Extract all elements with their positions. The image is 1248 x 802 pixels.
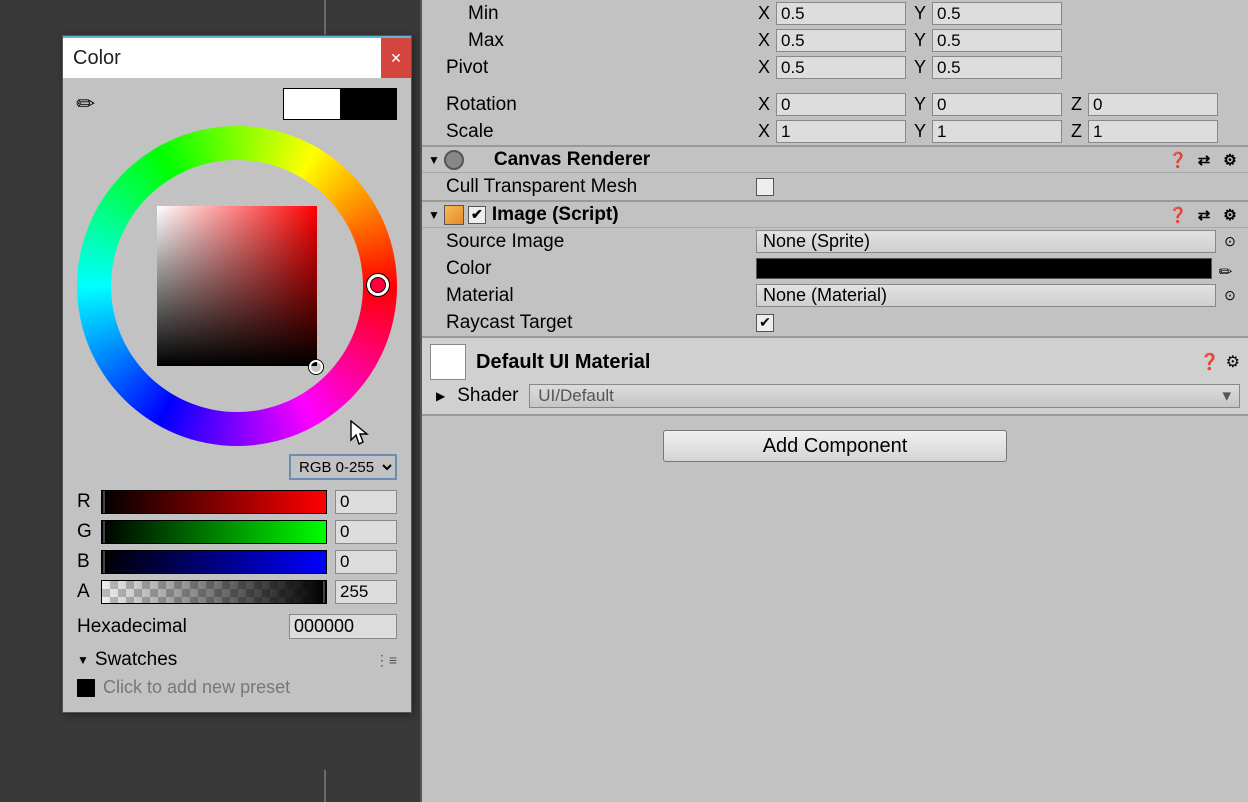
canvas-renderer-header[interactable]: ▼ Canvas Renderer ❓ ⇄ ⚙ (422, 145, 1248, 173)
hue-marker[interactable] (367, 274, 389, 296)
foldout-icon[interactable]: ▼ (428, 153, 440, 167)
rotation-label: Rotation (446, 94, 756, 116)
close-icon[interactable]: ✕ (381, 38, 411, 78)
a-input[interactable] (335, 580, 397, 604)
source-image-label: Source Image (446, 231, 756, 253)
rot-x-input[interactable] (776, 93, 906, 116)
r-slider[interactable] (101, 490, 327, 514)
pivot-y-input[interactable] (932, 56, 1062, 79)
image-enabled-checkbox[interactable]: ✔ (468, 206, 486, 224)
r-input[interactable] (335, 490, 397, 514)
pivot-label: Pivot (446, 57, 756, 79)
help-icon[interactable]: ❓ (1168, 205, 1188, 225)
new-color-swatch (340, 89, 396, 119)
rot-z-input[interactable] (1088, 93, 1218, 116)
sv-marker[interactable] (309, 360, 323, 374)
scale-z-input[interactable] (1088, 120, 1218, 143)
inspector-panel: Min X Y Max X Y Pivot X Y Rotation X (420, 0, 1248, 802)
source-image-field[interactable]: None (Sprite) (756, 230, 1216, 253)
image-title: Image (Script) (492, 204, 619, 226)
b-slider[interactable] (101, 550, 327, 574)
max-y-input[interactable] (932, 29, 1062, 52)
min-label: Min (446, 3, 756, 25)
color-picker-dialog: Color ✕ ✎ RGB 0-255 R G (62, 35, 412, 713)
preset-icon[interactable]: ⇄ (1194, 150, 1214, 170)
r-label: R (77, 491, 93, 513)
rot-y-input[interactable] (932, 93, 1062, 116)
image-header[interactable]: ▼ ✔ Image (Script) ❓ ⇄ ⚙ (422, 200, 1248, 228)
sv-square[interactable] (157, 206, 317, 366)
g-label: G (77, 521, 93, 543)
foldout-icon[interactable]: ▼ (428, 208, 440, 222)
material-field[interactable]: None (Material) (756, 284, 1216, 307)
scale-label: Scale (446, 121, 756, 143)
g-slider[interactable] (101, 520, 327, 544)
cull-mesh-checkbox[interactable] (756, 178, 774, 196)
max-label: Max (446, 30, 756, 52)
pivot-x-input[interactable] (776, 56, 906, 79)
scale-x-input[interactable] (776, 120, 906, 143)
shader-dropdown[interactable]: UI/Default▾ (529, 384, 1240, 408)
g-input[interactable] (335, 520, 397, 544)
scale-y-input[interactable] (932, 120, 1062, 143)
cull-mesh-label: Cull Transparent Mesh (446, 176, 756, 198)
chevron-down-icon: ▾ (1222, 386, 1231, 406)
min-y-input[interactable] (932, 2, 1062, 25)
color-picker-titlebar[interactable]: Color ✕ (63, 36, 411, 78)
gear-icon[interactable]: ⚙ (1226, 352, 1240, 372)
image-component-icon (444, 205, 464, 225)
a-slider[interactable] (101, 580, 327, 604)
max-x-input[interactable] (776, 29, 906, 52)
material-block: Default UI Material ❓ ⚙ ▶ Shader UI/Defa… (422, 336, 1248, 414)
color-picker-title: Color (73, 47, 121, 70)
swatches-label: Swatches (95, 649, 177, 671)
raycast-checkbox[interactable]: ✔ (756, 314, 774, 332)
object-picker-icon[interactable]: ⊙ (1220, 233, 1240, 250)
add-component-button[interactable]: Add Component (663, 430, 1007, 462)
b-input[interactable] (335, 550, 397, 574)
swatches-foldout-icon[interactable]: ▼ (77, 653, 89, 667)
eyedropper-icon[interactable]: ✎ (1214, 254, 1244, 284)
a-label: A (77, 581, 93, 603)
color-mode-select[interactable]: RGB 0-255 (289, 454, 397, 480)
old-color-swatch (284, 89, 340, 119)
swatch-preset-current[interactable] (77, 679, 95, 697)
b-label: B (77, 551, 93, 573)
gear-icon[interactable]: ⚙ (1220, 205, 1240, 225)
canvas-renderer-title: Canvas Renderer (494, 149, 650, 171)
material-preview-swatch (430, 344, 466, 380)
shader-label: Shader (457, 385, 517, 407)
raycast-label: Raycast Target (446, 312, 756, 334)
image-color-field[interactable] (756, 258, 1212, 279)
help-icon[interactable]: ❓ (1200, 352, 1220, 372)
preset-icon[interactable]: ⇄ (1194, 205, 1214, 225)
swatches-menu-icon[interactable]: ⋮≡ (375, 652, 397, 669)
help-icon[interactable]: ❓ (1168, 150, 1188, 170)
object-picker-icon[interactable]: ⊙ (1220, 287, 1240, 304)
shader-foldout-icon[interactable]: ▶ (436, 389, 445, 403)
eyedropper-icon[interactable]: ✎ (71, 88, 102, 119)
material-name: Default UI Material (476, 351, 650, 374)
gear-icon[interactable]: ⚙ (1220, 150, 1240, 170)
hex-label: Hexadecimal (77, 616, 187, 638)
add-preset-text[interactable]: Click to add new preset (103, 677, 290, 698)
hex-input[interactable] (289, 614, 397, 639)
material-label: Material (446, 285, 756, 307)
image-color-label: Color (446, 258, 756, 280)
color-compare-swatch (283, 88, 397, 120)
canvas-renderer-icon (444, 150, 464, 170)
min-x-input[interactable] (776, 2, 906, 25)
